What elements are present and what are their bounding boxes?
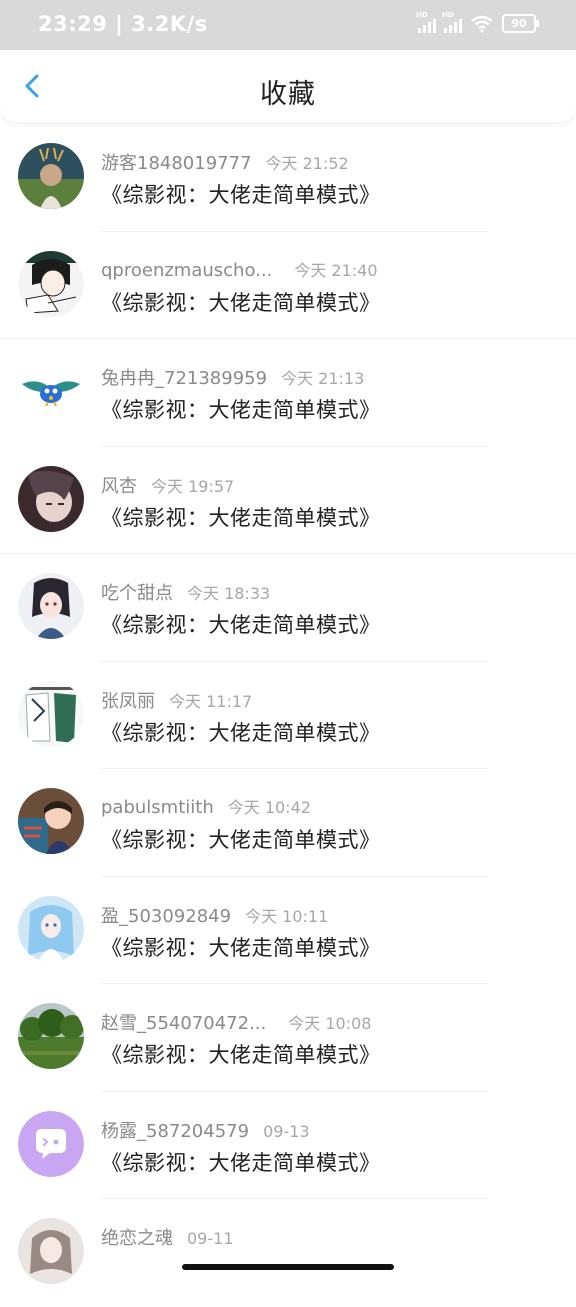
avatar[interactable]: [18, 1218, 84, 1284]
timestamp: 今天 10:42: [227, 798, 311, 817]
home-indicator[interactable]: [182, 1264, 394, 1270]
username[interactable]: 盈_503092849: [101, 906, 231, 927]
book-title[interactable]: 《综影视：大佬走简单模式》: [101, 1147, 381, 1177]
avatar[interactable]: [18, 250, 84, 317]
avatar[interactable]: [18, 1110, 84, 1177]
timestamp: 09-13: [263, 1121, 310, 1141]
book-title[interactable]: 《综影视：大佬走简单模式》: [101, 609, 381, 639]
timestamp: 09-11: [187, 1229, 234, 1248]
timestamp: 今天 21:40: [294, 260, 378, 280]
wifi-icon: [471, 15, 493, 33]
username[interactable]: 绝恋之魂: [101, 1228, 173, 1249]
book-title[interactable]: 《综影视：大佬走简单模式》: [101, 932, 381, 962]
username[interactable]: 张凤丽: [101, 691, 155, 712]
item-meta: pabulsmtiith 今天 10:42: [101, 794, 311, 818]
item-meta: qproenzmauscho... 今天 21:40: [101, 257, 378, 281]
item-meta: 杨露_587204579 09-13: [101, 1117, 310, 1143]
avatar[interactable]: [18, 573, 84, 639]
signal-icon: HD: [416, 11, 436, 33]
item-meta: 张凤丽 今天 11:17: [101, 687, 252, 713]
book-title[interactable]: 《综影视：大佬走简单模式》: [101, 824, 381, 854]
timestamp: 今天 19:57: [151, 476, 235, 496]
item-meta: 吃个甜点 今天 18:33: [101, 579, 270, 605]
book-title[interactable]: 《综影视：大佬走简单模式》: [101, 287, 381, 317]
avatar[interactable]: [18, 1003, 84, 1069]
list-item[interactable]: pabulsmtiith 今天 10:42 《综影视：大佬走简单模式》: [0, 769, 576, 877]
list-item[interactable]: 绝恋之魂 09-11: [0, 1199, 576, 1307]
book-title[interactable]: 《综影视：大佬走简单模式》: [101, 717, 381, 747]
username[interactable]: 游客1848019777: [101, 153, 252, 174]
timestamp: 今天 18:33: [187, 584, 271, 603]
timestamp: 今天 10:11: [245, 906, 329, 926]
hd-label: HD: [442, 11, 454, 19]
list-item[interactable]: 吃个甜点 今天 18:33 《综影视：大佬走简单模式》: [0, 554, 576, 662]
list-item[interactable]: 兔冉冉_721389959 今天 21:13 《综影视：大佬走简单模式》: [0, 339, 576, 447]
avatar[interactable]: [18, 358, 84, 424]
item-meta: 赵雪_554070472... 今天 10:08: [101, 1009, 371, 1035]
status-time: 23:29 | 3.2K/s: [38, 12, 208, 36]
status-bar: 23:29 | 3.2K/s HD HD 90: [0, 0, 576, 50]
hd-label: HD: [416, 11, 428, 19]
item-meta: 盈_503092849 今天 10:11: [101, 902, 328, 928]
timestamp: 今天 21:52: [265, 154, 349, 173]
username[interactable]: 杨露_587204579: [101, 1121, 249, 1142]
item-meta: 风杏 今天 19:57: [101, 472, 234, 498]
avatar[interactable]: [18, 788, 84, 854]
book-title[interactable]: 《综影视：大佬走简单模式》: [101, 1039, 381, 1069]
list-item[interactable]: 杨露_587204579 09-13 《综影视：大佬走简单模式》: [0, 1092, 576, 1199]
network-speed: 3.2K/s: [131, 12, 208, 36]
avatar[interactable]: [18, 680, 84, 747]
status-icons: HD HD 90: [416, 11, 539, 33]
battery-level: 90: [511, 17, 527, 30]
list-item[interactable]: 盈_503092849 今天 10:11 《综影视：大佬走简单模式》: [0, 877, 576, 984]
chat-bubble-icon: [18, 1110, 84, 1177]
favorites-list: 游客1848019777 今天 21:52 《综影视：大佬走简单模式》 qproe…: [0, 124, 576, 1307]
list-item[interactable]: 游客1848019777 今天 21:52 《综影视：大佬走简单模式》: [0, 124, 576, 232]
avatar[interactable]: [18, 895, 84, 962]
book-title[interactable]: 《综影视：大佬走简单模式》: [101, 502, 381, 532]
username[interactable]: qproenzmauscho...: [101, 260, 272, 281]
avatar[interactable]: [18, 143, 84, 209]
item-meta: 游客1848019777 今天 21:52: [101, 149, 349, 175]
battery-icon: 90: [502, 14, 539, 33]
username[interactable]: 兔冉冉_721389959: [101, 368, 267, 389]
timestamp: 今天 10:08: [288, 1014, 372, 1033]
clock: 23:29: [38, 12, 108, 36]
timestamp: 今天 21:13: [281, 369, 365, 388]
avatar[interactable]: [18, 465, 84, 532]
list-item[interactable]: qproenzmauscho... 今天 21:40 《综影视：大佬走简单模式》: [0, 232, 576, 339]
book-title[interactable]: 《综影视：大佬走简单模式》: [101, 179, 381, 209]
username[interactable]: 赵雪_554070472...: [101, 1013, 266, 1034]
item-meta: 绝恋之魂 09-11: [101, 1224, 234, 1250]
username[interactable]: 吃个甜点: [101, 583, 173, 604]
list-item[interactable]: 赵雪_554070472... 今天 10:08 《综影视：大佬走简单模式》: [0, 984, 576, 1092]
item-meta: 兔冉冉_721389959 今天 21:13: [101, 364, 364, 390]
username[interactable]: pabulsmtiith: [101, 797, 214, 818]
list-item[interactable]: 风杏 今天 19:57 《综影视：大佬走简单模式》: [0, 447, 576, 554]
timestamp: 今天 11:17: [169, 691, 253, 711]
header: 收藏: [0, 50, 576, 122]
book-title[interactable]: 《综影视：大佬走简单模式》: [101, 394, 381, 424]
page-title: 收藏: [260, 79, 316, 110]
username[interactable]: 风杏: [101, 476, 137, 497]
list-item[interactable]: 张凤丽 今天 11:17 《综影视：大佬走简单模式》: [0, 662, 576, 769]
signal-icon: HD: [442, 11, 462, 33]
